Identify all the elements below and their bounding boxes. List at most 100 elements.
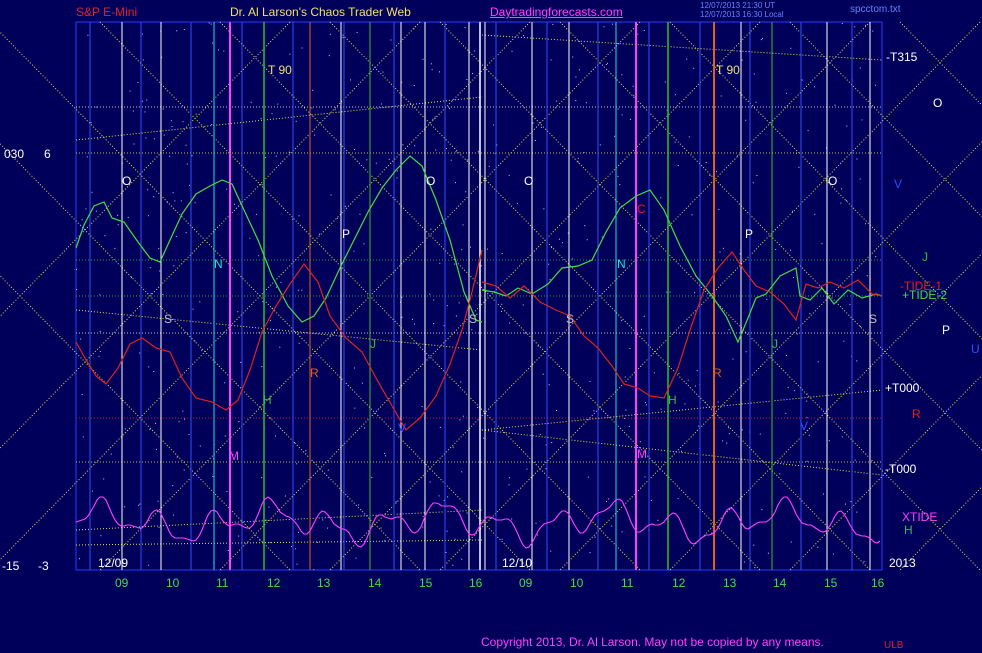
star-dot — [753, 73, 755, 75]
marker-n: N — [617, 257, 626, 271]
star-dot — [104, 235, 106, 237]
star-dot — [686, 58, 688, 60]
star-dot — [511, 518, 513, 520]
star-dot — [188, 434, 190, 435]
star-dot — [859, 178, 861, 180]
star-dot — [534, 140, 536, 141]
star-dot — [148, 215, 149, 217]
star-dot — [390, 39, 392, 41]
star-dot — [342, 37, 344, 39]
x-tick-label: 16 — [871, 576, 885, 590]
star-dot — [82, 436, 84, 438]
site-link[interactable]: Daytradingforecasts.com — [490, 5, 623, 19]
left-axis-top-b: 6 — [44, 147, 51, 161]
diagonal-line — [481, 429, 883, 476]
star-dot — [446, 305, 448, 307]
star-dot — [172, 514, 174, 516]
star-dot — [449, 107, 450, 109]
star-dot — [860, 326, 861, 328]
date-label-2: 12/10 — [502, 556, 533, 570]
star-dot — [363, 243, 365, 245]
diagonal-line — [789, 374, 982, 571]
star-dot — [728, 433, 730, 435]
star-dot — [298, 289, 300, 291]
star-dot — [454, 538, 456, 540]
star-dot — [371, 476, 373, 478]
star-dot — [466, 79, 468, 80]
star-dot — [163, 134, 165, 136]
marker-m: M — [637, 447, 647, 461]
star-dot — [523, 35, 524, 37]
star-dot — [176, 456, 178, 458]
star-dot — [720, 95, 722, 97]
star-dot — [327, 527, 329, 529]
star-dot — [743, 561, 745, 563]
star-dot — [629, 118, 631, 120]
star-dot — [455, 315, 457, 317]
marker-v: V — [800, 419, 808, 433]
x-tick-label: 09 — [115, 576, 129, 590]
star-dot — [439, 71, 440, 73]
star-dot — [249, 237, 251, 239]
star-dot — [508, 174, 510, 176]
star-dot — [182, 121, 184, 123]
star-dot — [796, 333, 798, 335]
star-dot — [462, 224, 464, 226]
marker-t90: T 90 — [268, 63, 292, 77]
star-dot — [144, 111, 146, 113]
star-dot — [552, 23, 554, 25]
star-dot — [183, 29, 185, 30]
star-dot — [99, 330, 101, 332]
x-tick-label: 10 — [570, 576, 584, 590]
star-dot — [511, 50, 513, 52]
star-dot — [643, 315, 645, 317]
diagonal-line — [481, 389, 883, 431]
star-dot — [621, 531, 623, 533]
star-dot — [375, 162, 377, 164]
star-dot — [212, 475, 214, 477]
x-tick-label: 10 — [166, 576, 180, 590]
star-dot — [189, 184, 190, 186]
star-dot — [148, 564, 150, 566]
marker-h: H — [263, 393, 272, 407]
star-dot — [226, 491, 228, 492]
star-dot — [402, 144, 404, 146]
star-dot — [359, 213, 361, 215]
star-dot — [854, 459, 856, 461]
star-dot — [312, 89, 314, 91]
star-dot — [261, 366, 263, 368]
diagonal-line — [75, 539, 483, 546]
star-dot — [524, 332, 526, 334]
star-dot — [445, 552, 447, 553]
star-dot — [295, 120, 297, 122]
star-dot — [201, 349, 203, 351]
star-dot — [95, 106, 97, 108]
star-dot — [178, 421, 180, 423]
star-dot — [277, 103, 279, 105]
star-dot — [493, 124, 494, 126]
star-dot — [543, 208, 545, 210]
star-dot — [621, 319, 623, 321]
star-dot — [191, 155, 193, 157]
star-dot — [537, 345, 539, 347]
star-dot — [539, 434, 541, 435]
star-dot — [786, 92, 787, 94]
star-dot — [571, 258, 573, 260]
star-dot — [575, 100, 577, 102]
star-dot — [501, 253, 503, 254]
star-dot — [319, 233, 320, 235]
marker-o: O — [828, 174, 837, 188]
star-dot — [814, 213, 816, 215]
star-dot — [578, 69, 580, 71]
star-dot — [840, 202, 842, 204]
star-dot — [548, 384, 550, 386]
star-dot — [291, 546, 292, 548]
star-dot — [589, 552, 591, 554]
star-dot — [298, 215, 300, 217]
star-dot — [545, 468, 547, 470]
star-dot — [384, 453, 386, 454]
label-t000-minus: -T000 — [885, 462, 917, 476]
series-tide1-day2 — [481, 251, 883, 399]
star-dot — [756, 175, 758, 176]
star-dot — [238, 421, 240, 422]
